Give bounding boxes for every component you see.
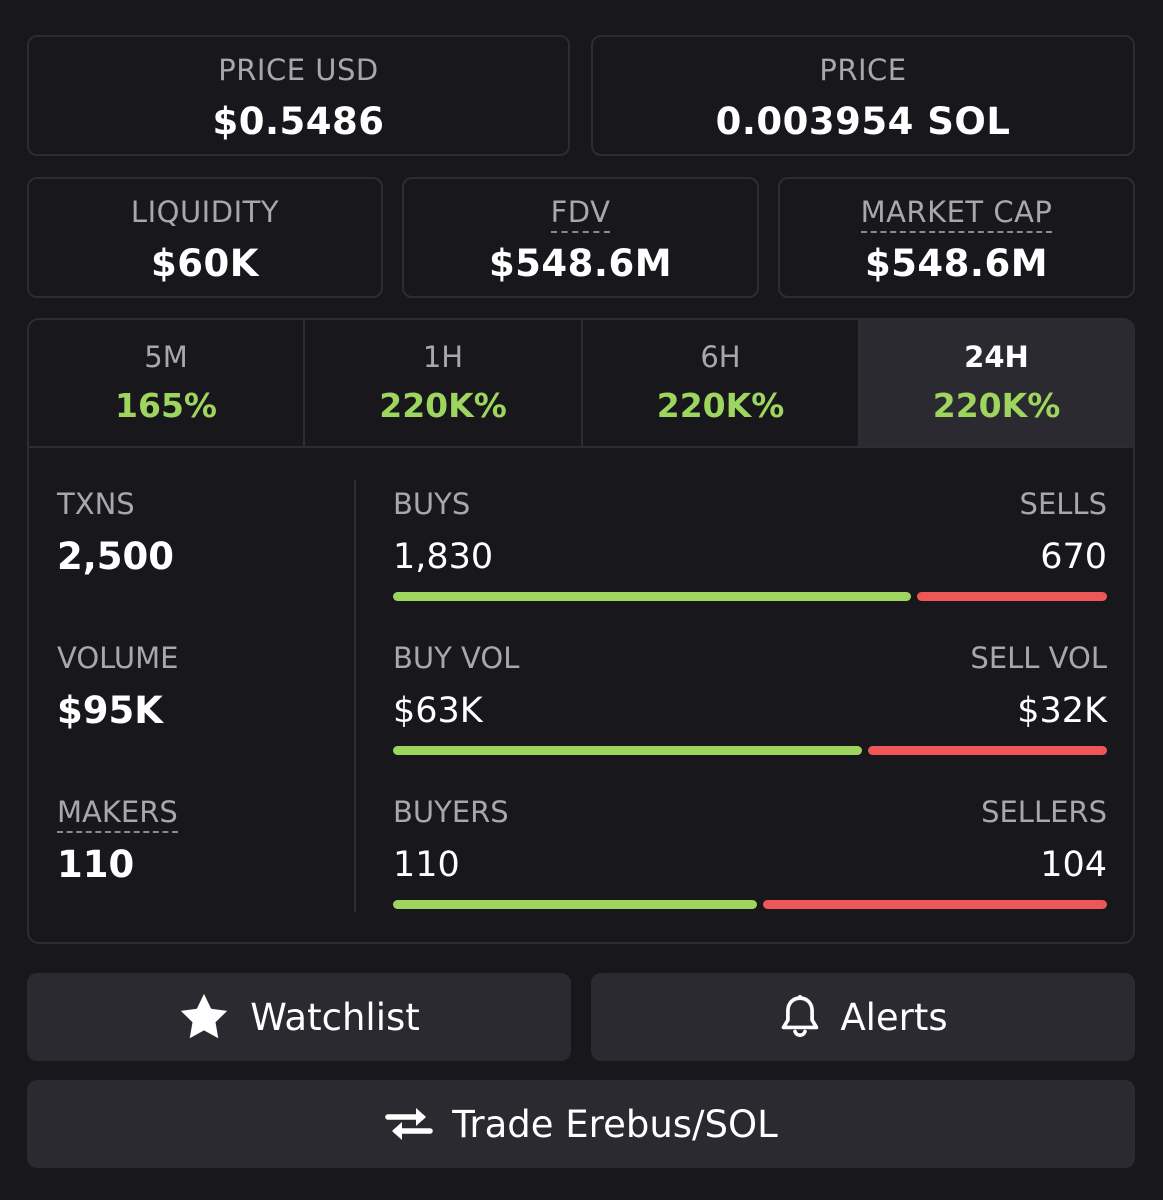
volume-bar bbox=[393, 746, 1107, 755]
tab-6h[interactable]: 6H 220K% bbox=[581, 320, 858, 446]
buys-value: 1,830 bbox=[393, 537, 494, 577]
trade-label: Trade Erebus/SOL bbox=[452, 1102, 778, 1146]
txns-stat: TXNS 2,500 bbox=[57, 487, 174, 578]
sells-label: SELLS bbox=[1019, 487, 1107, 521]
buy-vol-bar bbox=[393, 746, 862, 755]
buyers-sellers-ratio: BUYERS SELLERS 110 104 bbox=[393, 795, 1107, 915]
price-usd-label: PRICE USD bbox=[218, 53, 379, 87]
volume-ratio: BUY VOL SELL VOL $63K $32K bbox=[393, 641, 1107, 761]
price-usd-value: $0.5486 bbox=[212, 100, 385, 143]
txns-value: 2,500 bbox=[57, 535, 175, 578]
tab-24h[interactable]: 24H 220K% bbox=[858, 320, 1133, 446]
alerts-label: Alerts bbox=[840, 995, 948, 1039]
trade-button[interactable]: Trade Erebus/SOL bbox=[27, 1080, 1135, 1168]
tab-1h-label: 1H bbox=[422, 340, 464, 374]
volume-label: VOLUME bbox=[57, 641, 179, 675]
buyers-bar bbox=[393, 900, 757, 909]
market-cap-card[interactable]: MARKET CAP $548.6M bbox=[778, 177, 1135, 298]
volume-stat: VOLUME $95K bbox=[57, 641, 178, 732]
swap-arrows-icon bbox=[384, 1104, 434, 1144]
makers-stat: MAKERS 110 bbox=[57, 795, 178, 886]
bell-icon bbox=[778, 994, 822, 1040]
tab-6h-label: 6H bbox=[700, 340, 741, 374]
buyers-sellers-bar bbox=[393, 900, 1107, 909]
tab-5m[interactable]: 5M 165% bbox=[29, 320, 303, 446]
price-usd-card: PRICE USD $0.5486 bbox=[27, 35, 570, 156]
price-sol-label: PRICE bbox=[819, 53, 907, 87]
sell-vol-label: SELL VOL bbox=[970, 641, 1107, 675]
market-cap-value: $548.6M bbox=[864, 242, 1049, 285]
fdv-value: $548.6M bbox=[488, 242, 673, 285]
buys-sells-ratio: BUYS SELLS 1,830 670 bbox=[393, 487, 1107, 607]
fdv-label[interactable]: FDV bbox=[404, 195, 757, 233]
buy-vol-label: BUY VOL bbox=[393, 641, 520, 675]
makers-value: 110 bbox=[57, 843, 135, 886]
buys-sells-bar bbox=[393, 592, 1107, 601]
watchlist-label: Watchlist bbox=[250, 995, 420, 1039]
market-cap-label[interactable]: MARKET CAP bbox=[780, 195, 1133, 233]
tab-24h-change: 220K% bbox=[932, 386, 1061, 425]
sell-vol-bar bbox=[868, 746, 1107, 755]
sellers-value: 104 bbox=[1040, 845, 1107, 885]
tab-5m-label: 5M bbox=[144, 340, 188, 374]
tab-1h-change: 220K% bbox=[379, 386, 507, 425]
volume-value: $95K bbox=[57, 689, 163, 732]
sell-vol-value: $32K bbox=[1017, 691, 1107, 731]
price-sol-value: 0.003954 SOL bbox=[715, 100, 1011, 143]
buys-bar bbox=[393, 592, 911, 601]
tab-6h-change: 220K% bbox=[656, 386, 785, 425]
liquidity-card: LIQUIDITY $60K bbox=[27, 177, 383, 298]
star-icon bbox=[178, 992, 230, 1042]
fdv-card[interactable]: FDV $548.6M bbox=[402, 177, 759, 298]
tab-1h[interactable]: 1H 220K% bbox=[303, 320, 581, 446]
tab-5m-change: 165% bbox=[115, 386, 217, 425]
sellers-label: SELLERS bbox=[981, 795, 1107, 829]
buys-label: BUYS bbox=[393, 487, 471, 521]
liquidity-label: LIQUIDITY bbox=[130, 195, 280, 229]
price-sol-card: PRICE 0.003954 SOL bbox=[591, 35, 1135, 156]
sells-value: 670 bbox=[1040, 537, 1107, 577]
stats-panel: 5M 165% 1H 220K% 6H 220K% 24H 220K% TXNS… bbox=[27, 318, 1135, 944]
watchlist-button[interactable]: Watchlist bbox=[27, 973, 571, 1061]
vertical-divider bbox=[354, 480, 356, 912]
liquidity-value: $60K bbox=[151, 242, 259, 285]
alerts-button[interactable]: Alerts bbox=[591, 973, 1135, 1061]
makers-label[interactable]: MAKERS bbox=[57, 795, 178, 833]
txns-label: TXNS bbox=[57, 487, 135, 521]
sells-bar bbox=[917, 592, 1107, 601]
buyers-value: 110 bbox=[393, 845, 460, 885]
sellers-bar bbox=[763, 900, 1107, 909]
buy-vol-value: $63K bbox=[393, 691, 483, 731]
buyers-label: BUYERS bbox=[393, 795, 509, 829]
tab-24h-label: 24H bbox=[964, 340, 1029, 374]
timeframe-tabs: 5M 165% 1H 220K% 6H 220K% 24H 220K% bbox=[29, 320, 1133, 448]
